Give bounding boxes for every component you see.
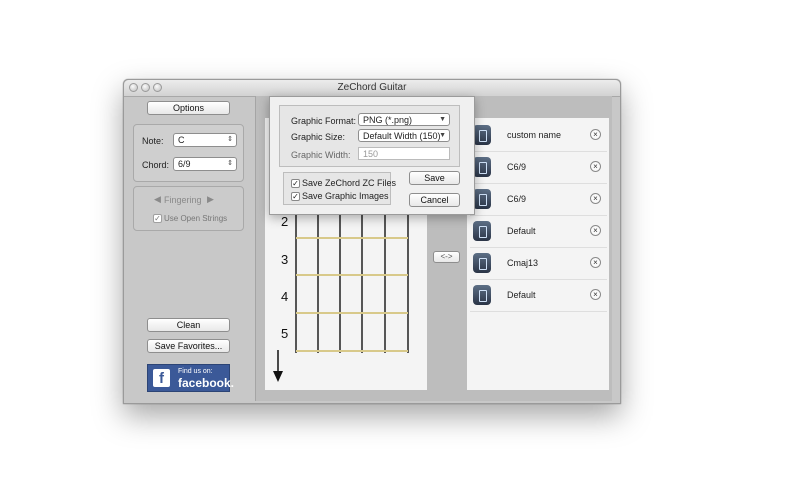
note-select[interactable]: C ⇕ [173,133,237,147]
list-item[interactable]: C6/9 × [470,152,607,184]
fret-number: 5 [281,326,289,341]
swap-button[interactable]: <-> [433,251,460,263]
use-open-strings-checkbox[interactable]: ✓ [153,213,162,223]
chord-file-icon [473,125,491,145]
facebook-line2: facebook. [178,376,235,390]
facebook-badge[interactable]: f Find us on: facebook. [147,364,234,392]
favorite-name: Default [507,290,536,300]
list-item[interactable]: C6/9 × [470,184,607,216]
list-item[interactable]: Cmaj13 × [470,248,607,280]
chord-file-icon [473,157,491,177]
updown-arrows-icon: ⇕ [227,160,233,167]
down-arrow-icon [273,371,283,382]
chord-select[interactable]: 6/9 ⇕ [173,157,237,171]
facebook-f-icon: f [153,369,170,387]
favorite-name: C6/9 [507,194,527,204]
fingering-box [133,186,244,231]
next-fingering-icon[interactable]: ▶ [207,194,214,205]
save-favorites-button[interactable]: Save Favorites... [147,339,230,353]
format-label: Graphic Format: [291,116,357,126]
window-title: ZeChord Guitar [337,82,407,93]
list-item[interactable]: Default × [470,216,607,248]
size-label: Graphic Size: [291,132,346,142]
remove-icon[interactable]: × [590,129,601,140]
updown-arrows-icon: ⇕ [227,136,233,143]
fret-number: 4 [281,289,289,304]
size-select[interactable]: Default Width (150) ▼ [358,129,450,142]
remove-icon[interactable]: × [590,193,601,204]
remove-icon[interactable]: × [590,225,601,236]
fret-number: 2 [281,214,289,229]
width-label: Graphic Width: [291,150,351,160]
use-open-strings-label: Use Open Strings [164,214,228,223]
remove-icon[interactable]: × [590,161,601,172]
options-button[interactable]: Options [147,101,230,115]
cancel-button[interactable]: Cancel [409,193,460,207]
save-zc-checkbox[interactable]: ✓ [291,178,300,188]
remove-icon[interactable]: × [590,257,601,268]
chord-value: 6/9 [178,159,191,169]
dropdown-arrow-icon: ▼ [439,132,446,139]
save-button[interactable]: Save [409,171,460,185]
prev-fingering-icon[interactable]: ◀ [154,194,161,205]
chord-file-icon [473,221,491,241]
size-value: Default Width (150) [363,131,441,141]
chord-file-icon [473,253,491,273]
format-value: PNG (*.png) [363,115,413,125]
save-images-label: Save Graphic Images [302,191,389,201]
chord-file-icon [473,285,491,305]
fingering-label: Fingering [164,195,202,205]
list-item[interactable]: Default × [470,280,607,312]
checkmark-icon: ✓ [291,179,300,188]
checkmark-icon: ✓ [291,192,300,201]
title-bar[interactable]: ZeChord Guitar [124,80,620,97]
favorite-name: Cmaj13 [507,258,539,268]
chord-file-icon [473,189,491,209]
chord-label: Chord: [142,160,170,170]
note-label: Note: [142,136,164,146]
facebook-line1: Find us on: [178,368,213,375]
format-select[interactable]: PNG (*.png) ▼ [358,113,450,126]
save-images-checkbox[interactable]: ✓ [291,191,300,201]
dropdown-arrow-icon: ▼ [439,116,446,123]
width-field[interactable]: 150 [358,147,450,160]
remove-icon[interactable]: × [590,289,601,300]
favorite-name: Default [507,226,536,236]
checkmark-icon: ✓ [153,214,162,223]
favorite-name: C6/9 [507,162,527,172]
note-value: C [178,135,185,145]
clean-button[interactable]: Clean [147,318,230,332]
fret-number: 3 [281,252,289,267]
list-item[interactable]: custom name × [470,120,607,152]
favorite-name: custom name [507,130,562,140]
save-zc-label: Save ZeChord ZC Files [302,178,397,188]
